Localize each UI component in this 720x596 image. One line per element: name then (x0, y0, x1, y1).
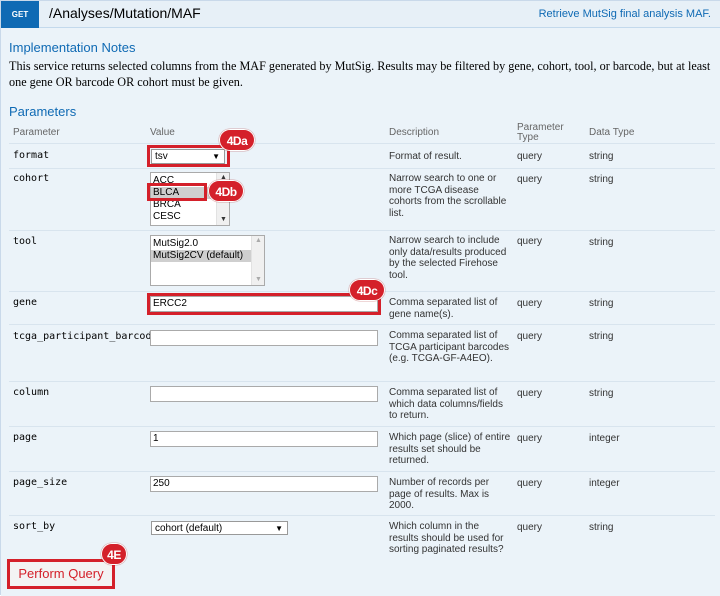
col-header-value: Value (150, 127, 175, 138)
param-datatype-column: string (589, 388, 614, 399)
param-name-barcode: tcga_participant_barcode (13, 331, 158, 342)
tool-listbox[interactable]: MutSig2.0 MutSig2CV (default) ▲ ▼ (150, 235, 265, 286)
divider (9, 471, 715, 472)
scroll-down-icon[interactable]: ▼ (217, 216, 229, 223)
operation-header[interactable]: GET /Analyses/Mutation/MAF Retrieve MutS… (1, 1, 720, 28)
param-datatype-format: string (589, 151, 614, 162)
param-name-page: page (13, 432, 38, 443)
param-description-barcode: Comma separated list of TCGA participant… (389, 330, 510, 364)
param-type-gene: query (517, 298, 543, 309)
divider (9, 230, 715, 231)
divider (9, 168, 715, 169)
annotation-badge-gene: 4Dc (349, 279, 385, 301)
param-name-page-size: page_size (13, 477, 68, 488)
param-description-gene: Comma separated list of gene name(s). (389, 297, 498, 320)
divider (9, 324, 715, 325)
param-name-gene: gene (13, 297, 38, 308)
annotation-box-format (147, 145, 230, 167)
page-input[interactable]: 1 (150, 431, 378, 447)
perform-query-button[interactable]: Perform Query (7, 559, 115, 589)
annotation-box-cohort (147, 183, 207, 201)
divider (9, 381, 715, 382)
col-header-parameter: Parameter (13, 127, 60, 138)
barcode-input[interactable] (150, 330, 378, 346)
param-type-tool: query (517, 236, 543, 247)
param-type-sort-by: query (517, 522, 543, 533)
param-name-format: format (13, 150, 50, 161)
divider (9, 515, 715, 516)
param-datatype-sort-by: string (589, 522, 614, 533)
param-name-cohort: cohort (13, 173, 50, 184)
tool-option[interactable]: MutSig2.0 (151, 238, 264, 250)
param-type-column: query (517, 388, 543, 399)
param-description-sort-by: Which column in the results should be us… (389, 521, 504, 555)
col-header-data-type: Data Type (589, 127, 635, 138)
param-type-format: query (517, 151, 543, 162)
chevron-down-icon: ▼ (275, 524, 283, 533)
param-description-page-size: Number of records per page of results. M… (389, 477, 490, 511)
param-name-sort-by: sort_by (13, 521, 56, 532)
operation-panel: GET /Analyses/Mutation/MAF Retrieve MutS… (0, 0, 720, 596)
param-datatype-cohort: string (589, 174, 614, 185)
implementation-notes-text: This service returns selected columns fr… (9, 59, 711, 89)
column-input[interactable] (150, 386, 378, 402)
param-datatype-tool: string (589, 237, 614, 248)
tool-option-selected[interactable]: MutSig2CV (default) (151, 250, 264, 262)
http-method-badge: GET (1, 1, 39, 28)
param-description-format: Format of result. (389, 151, 462, 162)
annotation-box-gene (147, 293, 381, 315)
param-description-tool: Narrow search to include only data/resul… (389, 235, 507, 281)
implementation-notes-title: Implementation Notes (9, 40, 136, 55)
annotation-badge-cohort: 4Db (208, 180, 244, 202)
param-description-column: Comma separated list of which data colum… (389, 387, 503, 421)
param-type-page-size: query (517, 478, 543, 489)
parameters-title: Parameters (9, 104, 77, 119)
param-datatype-gene: string (589, 298, 614, 309)
operation-body: Implementation Notes This service return… (1, 28, 720, 596)
annotation-badge-format: 4Da (219, 129, 255, 151)
param-type-page: query (517, 433, 543, 444)
endpoint-summary[interactable]: Retrieve MutSig final analysis MAF. (539, 8, 711, 20)
param-name-tool: tool (13, 236, 38, 247)
divider (9, 426, 715, 427)
param-description-cohort: Narrow search to one or more TCGA diseas… (389, 173, 507, 219)
page-size-input[interactable]: 250 (150, 476, 378, 492)
col-header-description: Description (389, 127, 440, 138)
sort-by-select[interactable]: cohort (default) ▼ (151, 521, 288, 535)
param-datatype-barcode: string (589, 331, 614, 342)
scroll-down-icon[interactable]: ▼ (252, 276, 264, 283)
divider (9, 143, 715, 144)
tool-scrollbar[interactable]: ▲ ▼ (251, 236, 264, 285)
param-datatype-page: integer (589, 433, 620, 444)
col-header-parameter-type: Parameter Type (517, 123, 564, 143)
scroll-up-icon[interactable]: ▲ (252, 237, 264, 244)
col-header-parameter-type-line2: Type (517, 132, 539, 143)
sort-by-select-value: cohort (default) (155, 523, 223, 534)
annotation-badge-submit: 4E (101, 543, 127, 565)
param-name-column: column (13, 387, 50, 398)
endpoint-path[interactable]: /Analyses/Mutation/MAF (49, 5, 201, 21)
param-type-cohort: query (517, 174, 543, 185)
param-description-page: Which page (slice) of entire results set… (389, 432, 511, 466)
param-type-barcode: query (517, 331, 543, 342)
param-datatype-page-size: integer (589, 478, 620, 489)
